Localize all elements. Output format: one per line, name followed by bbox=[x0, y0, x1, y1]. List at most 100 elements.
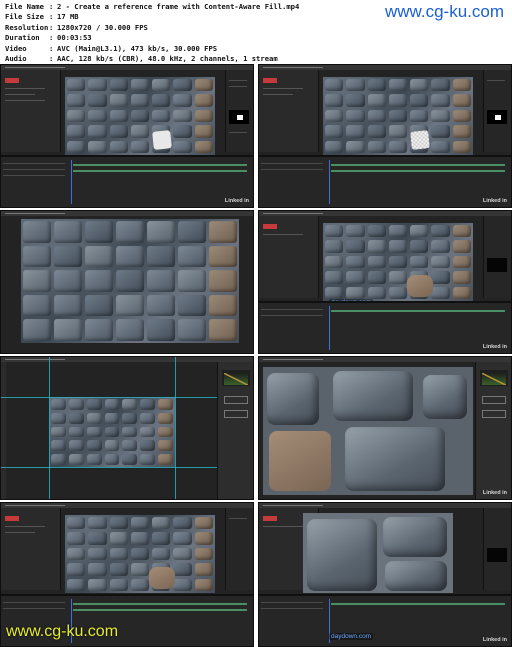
composition-viewer[interactable] bbox=[21, 219, 239, 343]
timeline-panel[interactable] bbox=[259, 155, 511, 207]
fill-preview bbox=[487, 110, 507, 124]
tools-panel[interactable] bbox=[1, 362, 6, 499]
watermark-top: www.cg-ku.com bbox=[384, 2, 504, 21]
layer-row bbox=[261, 163, 323, 164]
layer-row bbox=[3, 169, 65, 170]
info-separator: : bbox=[49, 12, 54, 22]
linkedin-logo: Linked in bbox=[482, 490, 507, 496]
layer-row bbox=[3, 608, 65, 609]
cobblestone-grid bbox=[65, 515, 215, 593]
panel-line bbox=[263, 526, 303, 527]
project-panel bbox=[259, 216, 319, 298]
panel-line bbox=[5, 100, 45, 101]
info-row-audio: Audio : AAC, 128 kb/s (CBR), 48.0 kHz, 2… bbox=[5, 54, 385, 64]
layer-bar[interactable] bbox=[331, 164, 505, 166]
info-separator: : bbox=[49, 33, 54, 43]
filled-patch bbox=[149, 567, 175, 589]
panel-line bbox=[263, 234, 303, 235]
effects-panel bbox=[483, 508, 511, 590]
composition-viewer[interactable] bbox=[303, 513, 453, 593]
info-value: AAC, 128 kb/s (CBR), 48.0 kHz, 2 channel… bbox=[57, 54, 278, 64]
guide-line[interactable] bbox=[175, 357, 176, 499]
rock bbox=[385, 561, 447, 591]
info-value: 1280x720 / 30.000 FPS bbox=[57, 22, 148, 32]
project-panel bbox=[259, 70, 319, 152]
layer-bar[interactable] bbox=[73, 170, 247, 172]
info-separator: : bbox=[49, 54, 54, 64]
linkedin-logo: Linked in bbox=[482, 198, 507, 204]
panel-line bbox=[229, 132, 247, 133]
guide-line[interactable] bbox=[1, 467, 217, 468]
info-row-video: Video : AVC (Main@L3.1), 473 kb/s, 30.00… bbox=[5, 44, 385, 54]
linkedin-logo: Linked in bbox=[224, 198, 249, 204]
panel-line bbox=[5, 532, 35, 533]
info-value: 00:03:53 bbox=[57, 33, 92, 43]
linkedin-logo: Linked in bbox=[482, 344, 507, 350]
rock bbox=[307, 519, 377, 591]
thumbnail-5 bbox=[0, 356, 254, 500]
panel-line bbox=[263, 88, 303, 89]
layer-bar[interactable] bbox=[331, 603, 505, 605]
playhead[interactable] bbox=[71, 160, 72, 204]
info-key: File Name bbox=[5, 2, 44, 11]
layer-row bbox=[261, 169, 323, 170]
timeline-panel[interactable] bbox=[259, 301, 511, 353]
photoshop-canvas[interactable] bbox=[49, 397, 175, 467]
guide-line[interactable] bbox=[49, 357, 50, 499]
panel-line bbox=[5, 88, 45, 89]
panel-line bbox=[487, 80, 505, 81]
effects-panel bbox=[483, 70, 511, 152]
panel-line bbox=[5, 526, 45, 527]
info-separator: : bbox=[49, 22, 54, 32]
timeline-panel[interactable] bbox=[259, 594, 511, 646]
panel-line bbox=[229, 86, 247, 87]
layer-bar[interactable] bbox=[73, 609, 247, 611]
panel-line bbox=[263, 94, 293, 95]
comp-badge bbox=[263, 78, 277, 83]
composition-viewer[interactable] bbox=[65, 515, 215, 593]
panel-control[interactable] bbox=[224, 396, 248, 404]
composition-viewer[interactable] bbox=[65, 77, 215, 155]
layer-bar[interactable] bbox=[73, 603, 247, 605]
panel-control[interactable] bbox=[482, 396, 506, 404]
composition-viewer[interactable] bbox=[323, 223, 473, 301]
info-value: 2 - Create a reference frame with Conten… bbox=[57, 2, 300, 11]
menu-bar bbox=[259, 357, 511, 362]
info-key: Audio bbox=[5, 54, 27, 64]
menu-bar bbox=[1, 357, 253, 362]
rock bbox=[267, 373, 319, 425]
rock bbox=[345, 427, 445, 491]
panel-control[interactable] bbox=[224, 410, 248, 418]
comp-badge bbox=[5, 516, 19, 521]
cobblestone-grid bbox=[65, 77, 215, 155]
guide-line[interactable] bbox=[1, 397, 217, 398]
effects-panel bbox=[225, 508, 253, 590]
cobblestone-grid bbox=[323, 223, 473, 301]
layer-bar[interactable] bbox=[331, 170, 505, 172]
layer-row bbox=[261, 602, 323, 603]
thumbnail-1: Linked in bbox=[0, 64, 254, 208]
panel-line bbox=[229, 518, 247, 519]
info-separator: : bbox=[49, 43, 54, 53]
menu-bar bbox=[1, 211, 253, 216]
timeline-panel[interactable] bbox=[1, 155, 253, 207]
watermark-bottom: www.cg-ku.com bbox=[6, 623, 119, 640]
rock bbox=[333, 371, 413, 421]
info-value: AVC (Main@L3.1), 473 kb/s, 30.000 FPS bbox=[57, 43, 218, 53]
fill-preview bbox=[487, 258, 507, 272]
layer-bar[interactable] bbox=[73, 164, 247, 166]
thumbnail-2: Linked in bbox=[258, 64, 512, 208]
info-row-file-size: File Size : 17 MB bbox=[5, 12, 385, 22]
effects-panel bbox=[483, 216, 511, 298]
playhead[interactable] bbox=[329, 306, 330, 350]
composition-viewer[interactable] bbox=[323, 77, 473, 155]
linkedin-logo: Linked in bbox=[482, 637, 507, 643]
photoshop-canvas[interactable] bbox=[263, 367, 473, 495]
info-value: 17 MB bbox=[57, 12, 79, 22]
histogram bbox=[480, 370, 508, 386]
info-key: Duration bbox=[5, 33, 40, 43]
info-key: Resolution bbox=[5, 22, 49, 32]
layer-bar[interactable] bbox=[331, 310, 505, 312]
panel-control[interactable] bbox=[482, 410, 506, 418]
playhead[interactable] bbox=[329, 160, 330, 204]
